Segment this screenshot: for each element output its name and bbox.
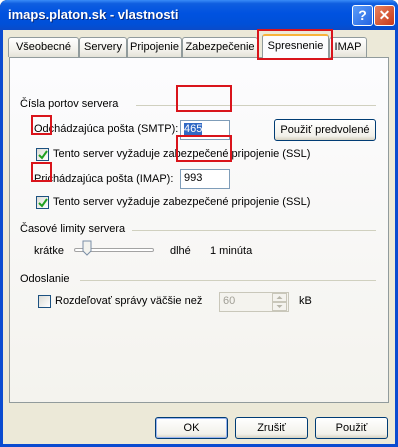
smtp-ssl-checkbox[interactable] — [36, 148, 49, 161]
timeout-slider-thumb[interactable] — [82, 240, 92, 256]
smtp-ssl-label: Tento server vyžaduje zabezpečené pripoj… — [53, 148, 311, 160]
apply-button[interactable]: Použiť — [315, 417, 388, 439]
split-size-value: 60 — [223, 295, 236, 307]
tab-panel-spresnenie: Čísla portov servera Odchádzajúca pošta … — [9, 57, 389, 403]
split-size-unit: kB — [299, 295, 312, 307]
smtp-port-label: Odchádzajúca pošta (SMTP): — [34, 123, 179, 135]
help-icon: ? — [358, 7, 367, 23]
tab-imap[interactable]: IMAP — [329, 37, 367, 57]
smtp-port-field[interactable]: 465 — [180, 120, 230, 140]
tab-spresnenie[interactable]: Spresnenie — [262, 34, 329, 58]
tab-label: Spresnenie — [267, 40, 324, 52]
timeout-value: 1 minúta — [210, 245, 253, 257]
timeout-short-label: krátke — [34, 245, 64, 257]
imap-port-label: Prichádzajúca pošta (IMAP): — [34, 173, 174, 185]
ok-label: OK — [183, 422, 200, 434]
sending-group-title: Odoslanie — [20, 273, 70, 285]
title-bar[interactable]: imaps.platon.sk - vlastnosti ? ✕ — [0, 0, 398, 30]
tab-label: Servery — [84, 41, 122, 53]
cancel-button[interactable]: Zrušiť — [235, 417, 308, 439]
sending-group-divider — [80, 280, 376, 281]
cancel-label: Zrušiť — [257, 422, 286, 434]
tab-label: Zabezpečenie — [185, 41, 255, 53]
tab-zabezpecenie[interactable]: Zabezpečenie — [182, 37, 258, 57]
close-icon: ✕ — [378, 7, 391, 23]
split-size-spinner[interactable] — [272, 293, 287, 311]
checkmark-icon — [38, 198, 48, 208]
tab-pripojenie[interactable]: Pripojenie — [127, 37, 182, 57]
imap-port-field[interactable]: 993 — [180, 169, 230, 189]
tab-label: Všeobecné — [15, 41, 72, 53]
use-default-label: Použiť predvolené — [280, 124, 370, 136]
imap-port-value: 993 — [184, 172, 203, 184]
imap-ssl-checkbox[interactable] — [36, 196, 49, 209]
apply-label: Použiť — [335, 422, 368, 434]
split-messages-label: Rozdeľovať správy väčšie než — [55, 295, 203, 307]
ok-button[interactable]: OK — [155, 417, 228, 439]
window-title: imaps.platon.sk - vlastnosti — [8, 7, 179, 22]
imap-ssl-label: Tento server vyžaduje zabezpečené pripoj… — [53, 196, 311, 208]
close-button[interactable]: ✕ — [374, 5, 395, 26]
use-default-button[interactable]: Použiť predvolené — [274, 119, 376, 141]
tab-vseobecne[interactable]: Všeobecné — [8, 37, 79, 57]
timeouts-group-title: Časové limity servera — [20, 223, 126, 235]
ports-group-divider — [136, 105, 376, 106]
properties-dialog: imaps.platon.sk - vlastnosti ? ✕ Všeobec… — [0, 0, 398, 447]
split-messages-checkbox[interactable] — [38, 295, 51, 308]
checkmark-icon — [38, 150, 48, 160]
timeouts-group-divider — [132, 230, 376, 231]
ports-group-title: Čísla portov servera — [20, 98, 119, 110]
tab-label: Pripojenie — [130, 41, 179, 53]
timeout-long-label: dlhé — [170, 245, 191, 257]
help-button[interactable]: ? — [352, 5, 373, 26]
smtp-port-value: 465 — [184, 123, 203, 135]
tab-label: IMAP — [334, 41, 362, 53]
dialog-client-area: Všeobecné Servery Pripojenie Zabezpečeni… — [3, 30, 395, 444]
tab-servery[interactable]: Servery — [79, 37, 127, 57]
